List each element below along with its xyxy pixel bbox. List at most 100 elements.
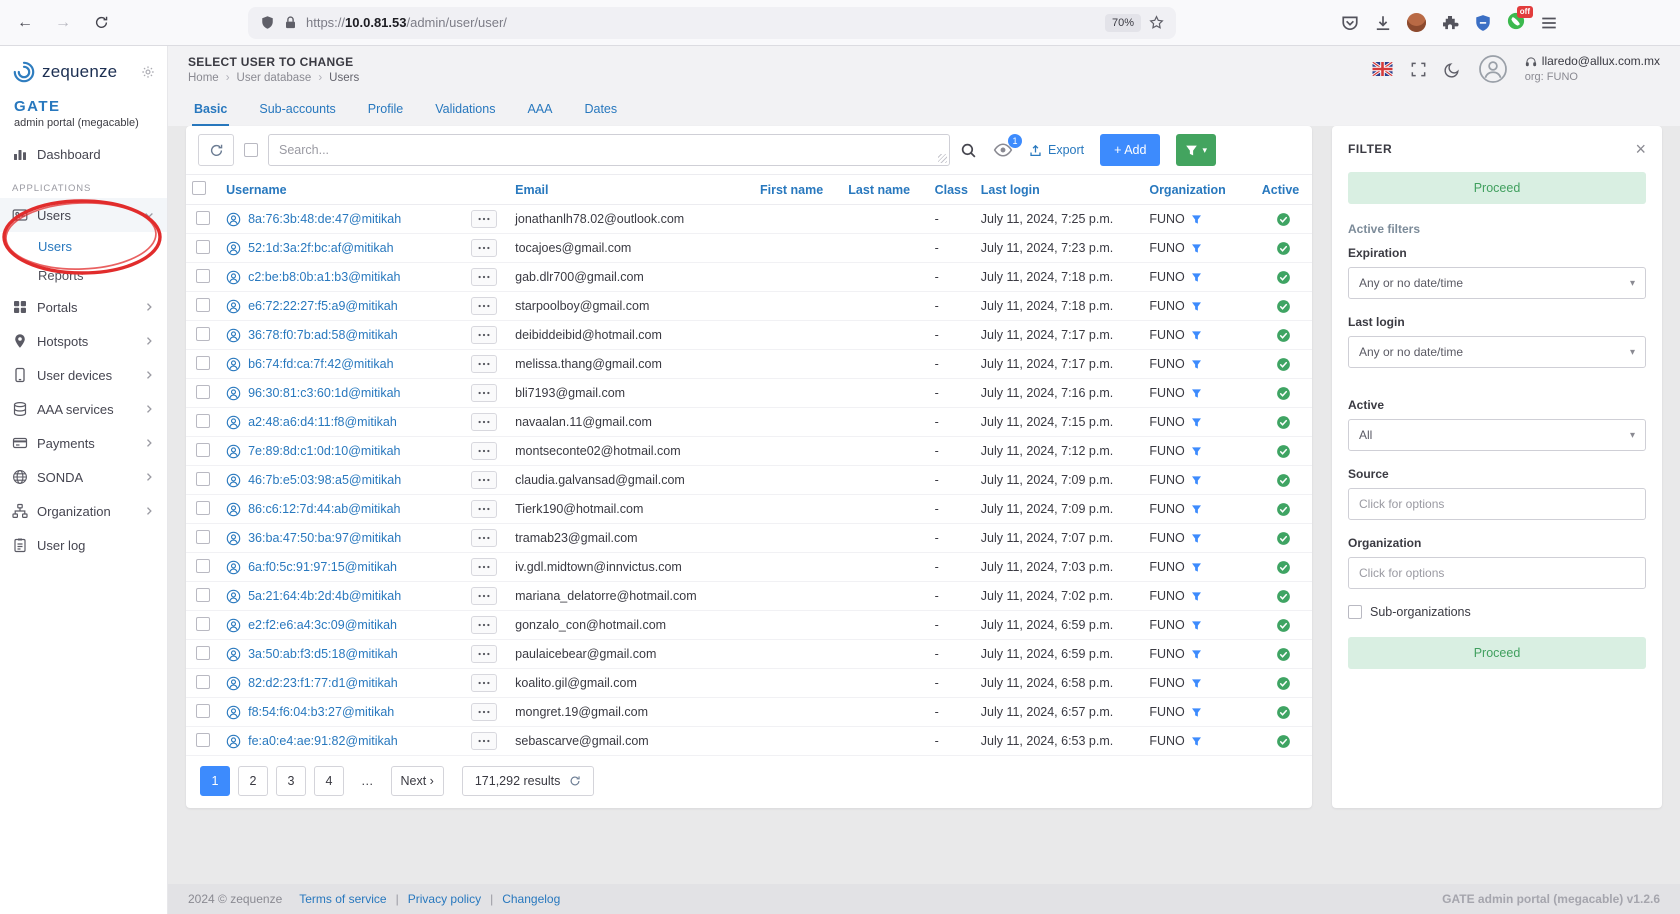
filter-proceed-top-button[interactable]: Proceed	[1348, 172, 1646, 204]
gear-icon[interactable]	[141, 65, 155, 79]
search-button[interactable]	[960, 142, 977, 159]
lock-icon[interactable]	[283, 15, 298, 30]
browser-forward-button[interactable]: →	[48, 8, 78, 38]
sidebar-item-sonda[interactable]: SONDA	[0, 460, 167, 494]
export-button[interactable]: Export	[1029, 143, 1084, 157]
tab-basic[interactable]: Basic	[192, 102, 229, 126]
username-link[interactable]: 36:78:f0:7b:ad:58@mitikah	[226, 328, 459, 343]
org-funnel-icon[interactable]	[1191, 417, 1202, 428]
row-actions-button[interactable]	[471, 239, 497, 257]
refresh-results-icon[interactable]	[569, 775, 581, 787]
username-link[interactable]: 86:c6:12:7d:44:ab@mitikah	[226, 502, 459, 517]
filter-close-icon[interactable]: ×	[1635, 140, 1646, 158]
footer-link-changelog[interactable]: Changelog	[502, 892, 560, 906]
refresh-button[interactable]	[198, 134, 234, 166]
sub-organizations-checkbox[interactable]	[1348, 605, 1362, 619]
sidebar-item-dashboard[interactable]: Dashboard	[0, 137, 167, 171]
row-actions-button[interactable]	[471, 413, 497, 431]
row-checkbox[interactable]	[196, 443, 210, 457]
username-link[interactable]: 3a:50:ab:f3:d5:18@mitikah	[226, 647, 459, 662]
zoom-indicator[interactable]: 70%	[1105, 14, 1141, 32]
row-actions-button[interactable]	[471, 587, 497, 605]
tab-aaa[interactable]: AAA	[525, 102, 554, 126]
row-checkbox[interactable]	[196, 472, 210, 486]
profile-extension-icon[interactable]	[1407, 13, 1426, 32]
org-funnel-icon[interactable]	[1191, 243, 1202, 254]
sidebar-item-aaa-services[interactable]: AAA services	[0, 392, 167, 426]
org-funnel-icon[interactable]	[1191, 475, 1202, 486]
row-checkbox[interactable]	[196, 675, 210, 689]
org-funnel-icon[interactable]	[1191, 707, 1202, 718]
row-checkbox[interactable]	[196, 501, 210, 515]
row-actions-button[interactable]	[471, 297, 497, 315]
organization-input[interactable]	[1348, 557, 1646, 589]
org-funnel-icon[interactable]	[1191, 620, 1202, 631]
org-funnel-icon[interactable]	[1191, 446, 1202, 457]
row-actions-button[interactable]	[471, 442, 497, 460]
row-actions-button[interactable]	[471, 268, 497, 286]
column-header-email[interactable]: Email	[509, 175, 754, 205]
row-checkbox[interactable]	[196, 356, 210, 370]
row-checkbox[interactable]	[196, 211, 210, 225]
pocket-icon[interactable]	[1341, 14, 1359, 32]
row-checkbox[interactable]	[196, 617, 210, 631]
sidebar-subitem-users[interactable]: Users	[0, 232, 167, 261]
next-page-button[interactable]: Next ›	[391, 766, 444, 796]
column-header-organization[interactable]: Organization	[1143, 175, 1255, 205]
row-checkbox[interactable]	[196, 733, 210, 747]
add-button[interactable]: + Add	[1100, 134, 1160, 166]
row-actions-button[interactable]	[471, 384, 497, 402]
sidebar-item-payments[interactable]: Payments	[0, 426, 167, 460]
page-button-4[interactable]: 4	[314, 766, 344, 796]
address-bar[interactable]: https://10.0.81.53/admin/user/user/ 70%	[248, 7, 1176, 39]
row-checkbox[interactable]	[196, 327, 210, 341]
column-header-first-name[interactable]: First name	[754, 175, 842, 205]
search-input[interactable]	[268, 134, 950, 166]
org-funnel-icon[interactable]	[1191, 359, 1202, 370]
last-login-select[interactable]: Any or no date/time▾	[1348, 336, 1646, 368]
username-link[interactable]: a2:48:a6:d4:11:f8@mitikah	[226, 415, 459, 430]
row-checkbox[interactable]	[196, 559, 210, 573]
username-link[interactable]: e2:f2:e6:a4:3c:09@mitikah	[226, 618, 459, 633]
sidebar-item-organization[interactable]: Organization	[0, 494, 167, 528]
breadcrumb-item-users[interactable]: Users	[329, 72, 359, 84]
row-checkbox[interactable]	[196, 385, 210, 399]
filter-proceed-bottom-button[interactable]: Proceed	[1348, 637, 1646, 669]
bookmark-star-icon[interactable]	[1149, 15, 1164, 30]
footer-link-terms-of-service[interactable]: Terms of service	[299, 892, 386, 906]
row-checkbox[interactable]	[196, 530, 210, 544]
page-button-2[interactable]: 2	[238, 766, 268, 796]
filter-toggle-button[interactable]: ▾	[1176, 134, 1216, 166]
row-actions-button[interactable]	[471, 500, 497, 518]
row-checkbox[interactable]	[196, 298, 210, 312]
org-funnel-icon[interactable]	[1191, 562, 1202, 573]
row-actions-button[interactable]	[471, 210, 497, 228]
username-link[interactable]: b6:74:fd:ca:7f:42@mitikah	[226, 357, 459, 372]
org-funnel-icon[interactable]	[1191, 330, 1202, 341]
breadcrumb-item-home[interactable]: Home	[188, 72, 219, 84]
org-funnel-icon[interactable]	[1191, 301, 1202, 312]
browser-back-button[interactable]: ←	[10, 8, 40, 38]
adblock-shield-icon[interactable]	[1474, 14, 1492, 32]
row-actions-button[interactable]	[471, 645, 497, 663]
page-button-1[interactable]: 1	[200, 766, 230, 796]
username-link[interactable]: 8a:76:3b:48:de:47@mitikah	[226, 212, 459, 227]
browser-reload-button[interactable]	[86, 8, 116, 38]
tracking-shield-icon[interactable]	[260, 15, 275, 30]
header-select-all-checkbox[interactable]	[192, 181, 206, 195]
user-avatar-icon[interactable]	[1478, 54, 1508, 84]
download-icon[interactable]	[1374, 14, 1392, 32]
sidebar-item-users[interactable]: Users	[0, 198, 167, 232]
tab-dates[interactable]: Dates	[582, 102, 619, 126]
page-button-3[interactable]: 3	[276, 766, 306, 796]
username-link[interactable]: c2:be:b8:0b:a1:b3@mitikah	[226, 270, 459, 285]
row-checkbox[interactable]	[196, 646, 210, 660]
column-header-last-login[interactable]: Last login	[975, 175, 1144, 205]
language-flag-icon[interactable]	[1372, 62, 1393, 76]
org-funnel-icon[interactable]	[1191, 533, 1202, 544]
org-funnel-icon[interactable]	[1191, 678, 1202, 689]
source-input[interactable]	[1348, 488, 1646, 520]
org-funnel-icon[interactable]	[1191, 736, 1202, 747]
expiration-select[interactable]: Any or no date/time▾	[1348, 267, 1646, 299]
username-link[interactable]: 36:ba:47:50:ba:97@mitikah	[226, 531, 459, 546]
